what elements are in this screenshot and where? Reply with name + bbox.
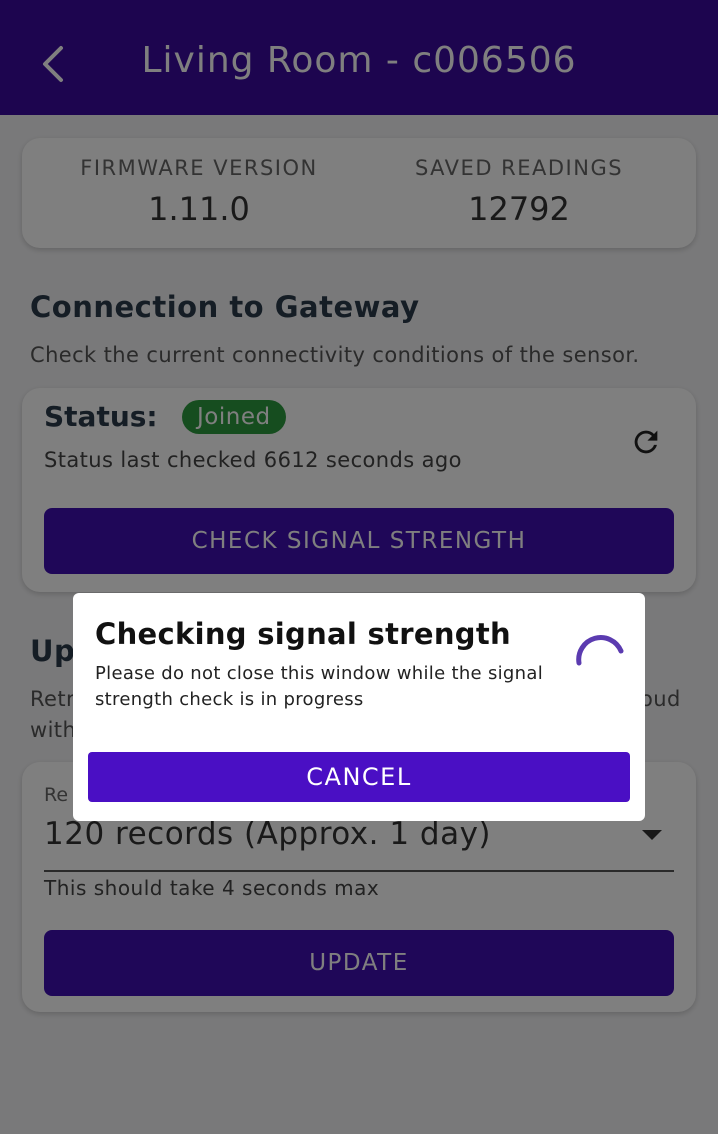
dialog-message: Please do not close this window while th… [95,663,543,710]
loading-spinner-icon [576,635,624,666]
cancel-button[interactable]: CANCEL [88,752,630,802]
dialog-title: Checking signal strength [95,617,511,651]
modal-backdrop[interactable] [0,0,718,1134]
signal-check-dialog: Checking signal strength Please do not c… [73,593,645,821]
